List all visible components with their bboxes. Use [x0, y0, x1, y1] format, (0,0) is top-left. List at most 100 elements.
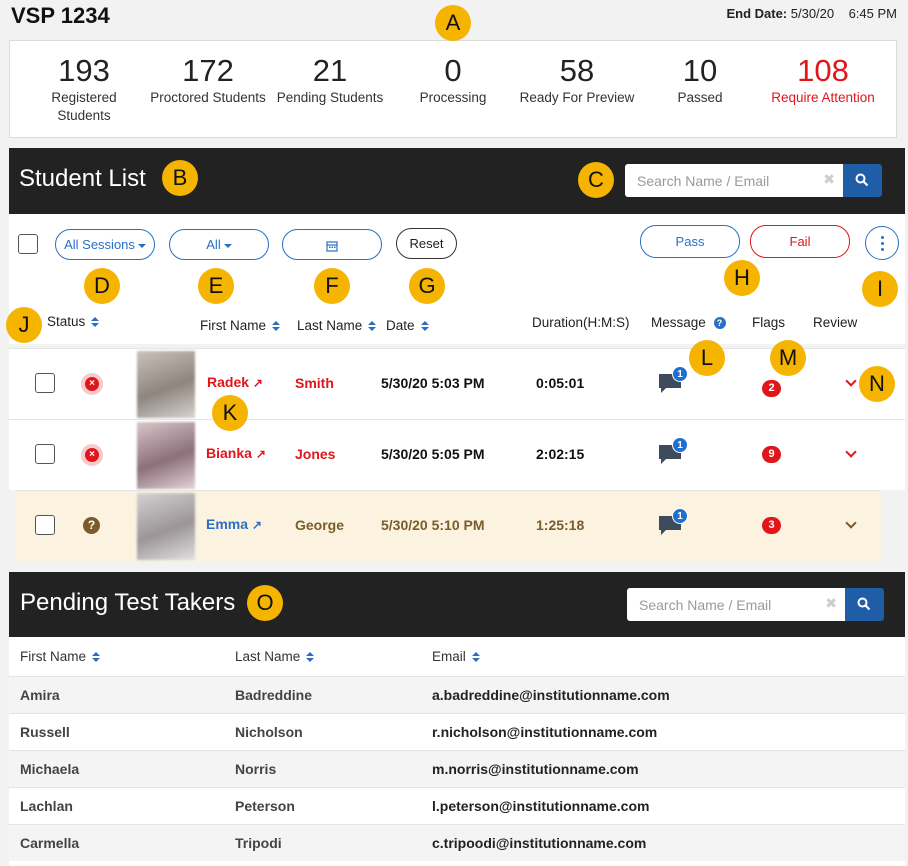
col-duration: Duration(H:M:S)	[532, 315, 630, 330]
row-checkbox[interactable]	[35, 444, 55, 464]
sort-icon	[272, 320, 281, 332]
col-last-name[interactable]: Last Name	[297, 318, 377, 333]
external-link-icon: ↗	[252, 376, 263, 390]
callout-m: M	[770, 340, 806, 376]
row-checkbox[interactable]	[35, 373, 55, 393]
stat-value: 108	[797, 53, 849, 88]
col-review: Review	[813, 315, 858, 330]
sessions-dropdown[interactable]: All Sessions	[55, 229, 155, 260]
col-message: Message ?	[651, 315, 726, 330]
pending-col-email-label: Email	[432, 649, 466, 664]
expand-chevron-icon[interactable]	[845, 517, 857, 529]
col-flags: Flags	[752, 315, 786, 330]
sort-icon	[368, 320, 377, 332]
sort-icon	[306, 651, 315, 663]
callout-i: I	[862, 271, 898, 307]
first-name: Emma	[206, 516, 249, 532]
fail-button[interactable]: Fail	[750, 225, 850, 258]
first-name-link[interactable]: Bianka ↗	[206, 445, 266, 461]
help-icon[interactable]: ?	[713, 317, 726, 330]
table-row[interactable]: Michaela Norris m.norris@institutionname…	[9, 750, 905, 787]
status-unknown-icon: ?	[83, 517, 100, 534]
flags-badge[interactable]: 9	[762, 446, 781, 463]
callout-k: K	[212, 395, 248, 431]
first-name-link[interactable]: Radek ↗	[207, 374, 263, 390]
flags-badge[interactable]: 2	[762, 380, 781, 397]
student-photo[interactable]	[137, 351, 195, 418]
pending-col-first-name[interactable]: First Name	[20, 649, 101, 664]
message-count-badge: 1	[672, 437, 688, 453]
stat-require-attention[interactable]: 108 Require Attention	[762, 53, 884, 107]
pending-email: r.nicholson@institutionname.com	[432, 724, 658, 740]
pending-first-name: Michaela	[20, 761, 80, 777]
pass-button[interactable]: Pass	[640, 225, 740, 258]
clear-icon[interactable]: ✖	[823, 171, 835, 188]
reset-button[interactable]: Reset	[396, 228, 457, 259]
stat-label: Pending Students	[276, 90, 384, 105]
end-date-value: 5/30/20	[790, 6, 835, 21]
pending-last-name: Norris	[235, 761, 277, 777]
duration: 2:02:15	[536, 446, 585, 462]
pending-col-last-name[interactable]: Last Name	[235, 649, 315, 664]
stat-pending[interactable]: 21 Pending Students	[272, 53, 388, 107]
callout-l: L	[689, 340, 725, 376]
external-link-icon: ↗	[251, 518, 262, 532]
stat-label: Processing	[419, 90, 487, 105]
row-checkbox[interactable]	[35, 515, 55, 535]
table-row[interactable]: Lachlan Peterson l.peterson@institutionn…	[9, 787, 905, 824]
session-date: 5/30/20 5:05 PM	[381, 446, 485, 462]
callout-d: D	[84, 268, 120, 304]
calendar-icon	[326, 240, 338, 252]
date-picker-button[interactable]	[282, 229, 382, 260]
stat-processing[interactable]: 0 Processing	[408, 53, 498, 107]
first-name-link[interactable]: Emma ↗	[206, 516, 262, 532]
table-row[interactable]: Amira Badreddine a.badreddine@institutio…	[9, 676, 905, 713]
callout-b: B	[162, 160, 198, 196]
stat-proctored[interactable]: 172 Proctored Students	[144, 53, 272, 107]
callout-a: A	[435, 5, 471, 41]
col-first-name-label: First Name	[200, 318, 267, 333]
first-name: Bianka	[206, 445, 252, 461]
duration: 1:25:18	[536, 517, 585, 533]
stat-registered[interactable]: 193 Registered Students	[44, 53, 124, 125]
stat-passed[interactable]: 10 Passed	[665, 53, 735, 107]
clear-icon[interactable]: ✖	[825, 595, 837, 612]
stat-value: 58	[559, 53, 595, 88]
col-date-label: Date	[386, 318, 415, 333]
callout-c: C	[578, 162, 614, 198]
stat-ready-for-preview[interactable]: 58 Ready For Preview	[510, 53, 644, 107]
table-row[interactable]: Carmella Tripodi c.tripoodi@institutionn…	[9, 824, 905, 861]
student-search-input[interactable]: Search Name / Email ✖	[625, 164, 843, 197]
expand-chevron-icon[interactable]	[845, 446, 857, 458]
stat-value: 0	[444, 53, 462, 88]
pending-search-button[interactable]	[845, 588, 884, 621]
status-failed-icon: ×	[81, 373, 103, 395]
col-status[interactable]: Status	[47, 314, 100, 329]
col-first-name[interactable]: First Name	[200, 318, 281, 333]
student-photo[interactable]	[137, 422, 195, 489]
stat-label: Passed	[677, 90, 723, 105]
select-all-checkbox[interactable]	[18, 234, 38, 254]
table-row[interactable]: Russell Nicholson r.nicholson@institutio…	[9, 713, 905, 750]
pending-search-input[interactable]: Search Name / Email ✖	[627, 588, 845, 621]
caret-down-icon	[223, 243, 232, 248]
student-list-title: Student List	[19, 165, 146, 192]
table-row[interactable]: ? Emma ↗ George 5/30/20 5:10 PM 1:25:18 …	[16, 490, 881, 561]
sort-icon	[91, 316, 100, 328]
flags-badge[interactable]: 3	[762, 517, 781, 534]
status-filter-dropdown[interactable]: All	[169, 229, 269, 260]
stats-panel: 193 Registered Students 172 Proctored St…	[9, 40, 897, 138]
table-row[interactable]: × Bianka ↗ Jones 5/30/20 5:05 PM 2:02:15…	[9, 419, 905, 490]
callout-f: F	[314, 268, 350, 304]
callout-n: N	[859, 366, 895, 402]
student-search-button[interactable]	[843, 164, 882, 197]
end-time-value: 6:45 PM	[848, 6, 897, 21]
message-count-badge: 1	[672, 508, 688, 524]
pending-col-email[interactable]: Email	[432, 649, 480, 664]
stat-value: 10	[682, 53, 718, 88]
more-options-button[interactable]	[865, 226, 899, 260]
pending-email: l.peterson@institutionname.com	[432, 798, 650, 814]
student-photo[interactable]	[137, 493, 195, 560]
col-date[interactable]: Date	[386, 318, 429, 333]
expand-chevron-icon[interactable]	[845, 375, 857, 387]
